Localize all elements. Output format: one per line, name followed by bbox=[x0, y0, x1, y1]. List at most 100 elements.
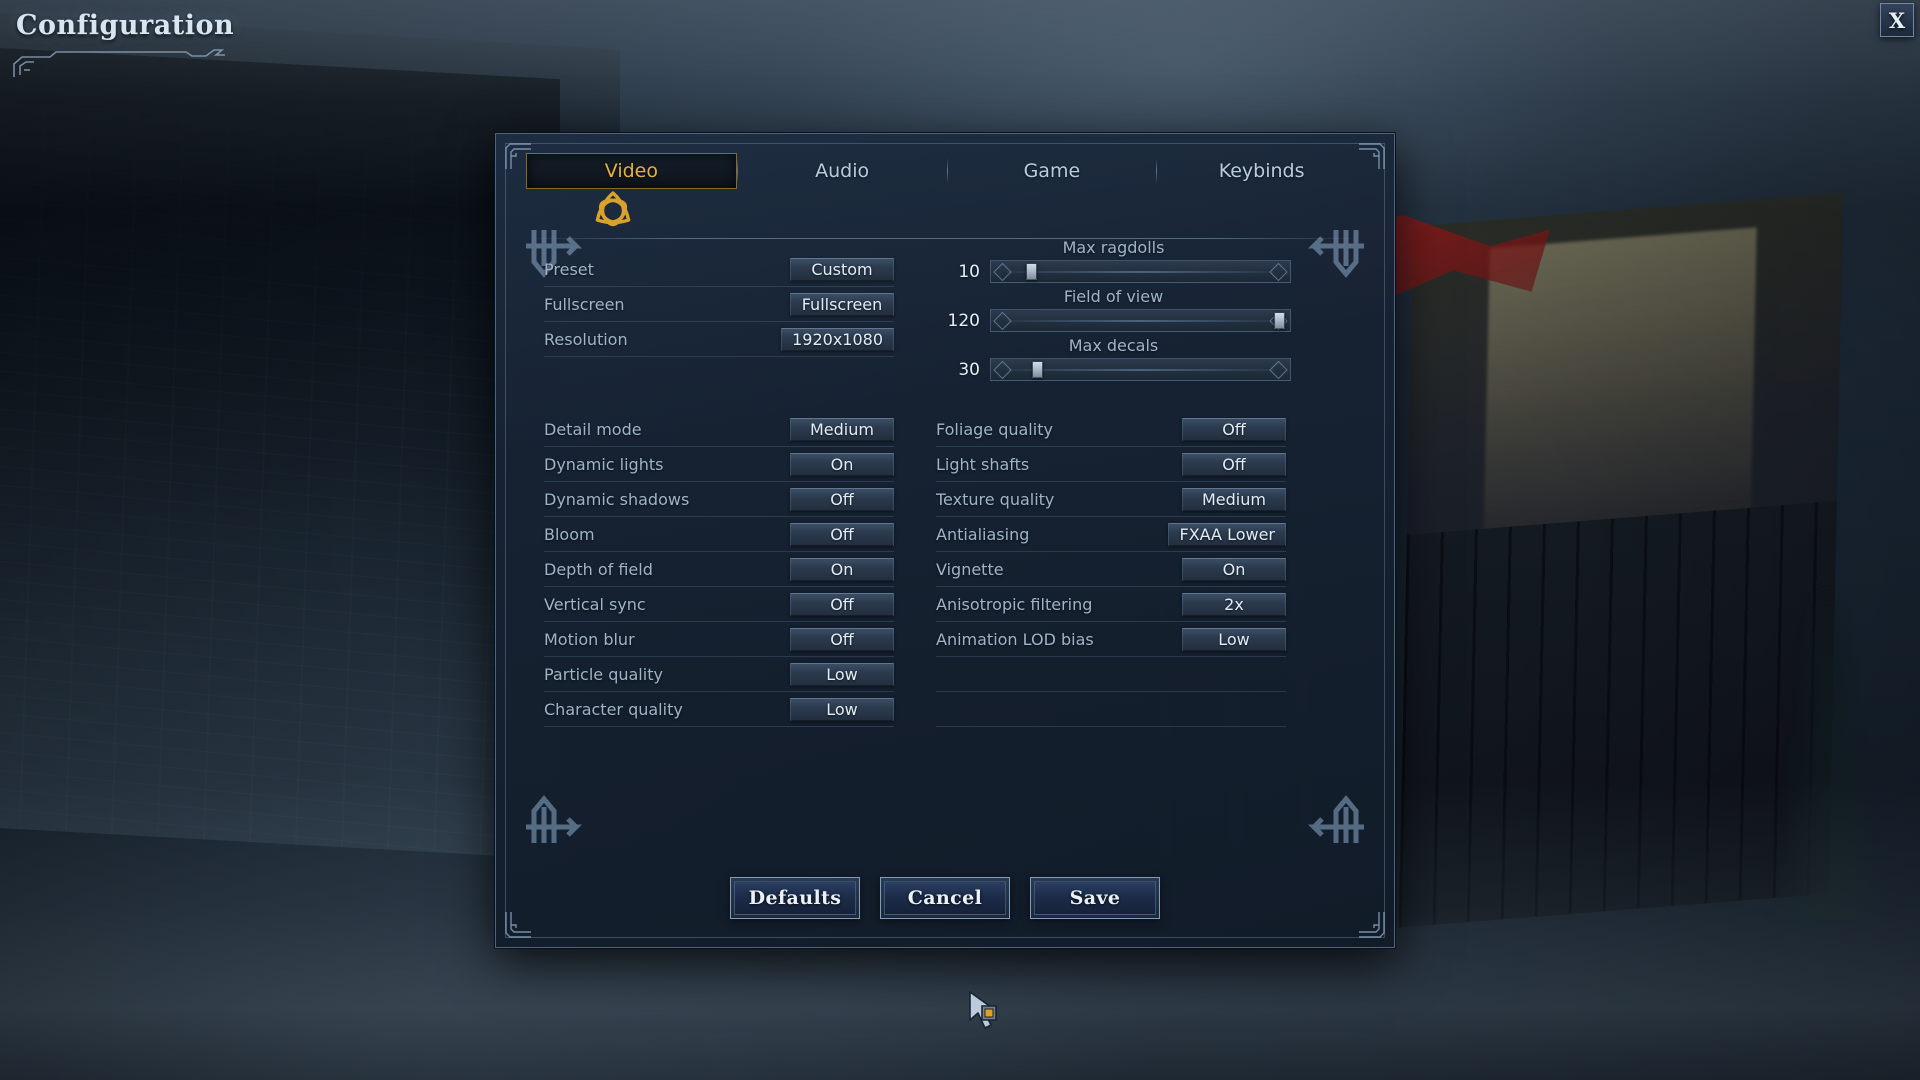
setting-value-button[interactable]: Off bbox=[790, 487, 894, 511]
setting-row-dynamic-shadows[interactable]: Dynamic shadows Off bbox=[544, 482, 894, 517]
setting-row-particle-quality[interactable]: Particle quality Low bbox=[544, 657, 894, 692]
setting-row-empty bbox=[936, 657, 1286, 692]
setting-value-button[interactable]: Off bbox=[790, 592, 894, 616]
setting-row-resolution[interactable]: Resolution 1920x1080 bbox=[544, 322, 894, 357]
tab-label: Game bbox=[1023, 160, 1081, 182]
frame-ornament-bottom-right bbox=[1304, 789, 1366, 851]
setting-value-button[interactable]: Fullscreen bbox=[790, 292, 894, 316]
slider-decrease-icon[interactable] bbox=[993, 262, 1012, 281]
setting-value-button[interactable]: Off bbox=[790, 522, 894, 546]
slider-max-decals[interactable] bbox=[990, 358, 1291, 381]
save-button[interactable]: Save bbox=[1030, 877, 1160, 919]
cancel-button-label: Cancel bbox=[884, 881, 1006, 915]
slider-label: Max decals bbox=[1068, 336, 1159, 355]
save-button-label: Save bbox=[1034, 881, 1156, 915]
setting-label: Animation LOD bias bbox=[936, 629, 1094, 649]
cancel-button[interactable]: Cancel bbox=[880, 877, 1010, 919]
setting-row-dynamic-lights[interactable]: Dynamic lights On bbox=[544, 447, 894, 482]
tab-video[interactable]: Video bbox=[526, 153, 737, 189]
defaults-button[interactable]: Defaults bbox=[730, 877, 860, 919]
setting-row-bloom[interactable]: Bloom Off bbox=[544, 517, 894, 552]
setting-value-button[interactable]: Medium bbox=[1182, 487, 1286, 511]
setting-label: Dynamic lights bbox=[544, 454, 664, 474]
setting-row-vertical-sync[interactable]: Vertical sync Off bbox=[544, 587, 894, 622]
slider-settings-group: Max ragdolls 10 Field of view 120 Max de… bbox=[936, 238, 1291, 385]
slider-max-ragdolls[interactable] bbox=[990, 260, 1291, 283]
slider-value: 120 bbox=[947, 310, 980, 331]
setting-value-button[interactable]: Custom bbox=[790, 257, 894, 281]
slider-label: Max ragdolls bbox=[1062, 238, 1165, 257]
configuration-dialog: Video Audio Game Keybinds Preset Custom … bbox=[495, 133, 1395, 948]
setting-label: Anisotropic filtering bbox=[936, 594, 1093, 614]
graphics-settings-left-column: Detail mode Medium Dynamic lights On Dyn… bbox=[544, 412, 894, 727]
slider-decrease-icon[interactable] bbox=[993, 360, 1012, 379]
setting-row-empty bbox=[936, 692, 1286, 727]
setting-row-light-shafts[interactable]: Light shafts Off bbox=[936, 447, 1286, 482]
setting-value-button[interactable]: Off bbox=[790, 627, 894, 651]
tab-label: Video bbox=[604, 160, 658, 182]
close-window-button[interactable]: X bbox=[1880, 3, 1914, 37]
defaults-button-label: Defaults bbox=[734, 881, 856, 915]
title-ornamental-rule bbox=[13, 49, 225, 77]
setting-label: Dynamic shadows bbox=[544, 489, 690, 509]
slider-increase-icon[interactable] bbox=[1269, 262, 1288, 281]
settings-tab-bar: Video Audio Game Keybinds bbox=[526, 150, 1366, 192]
setting-value-button[interactable]: Low bbox=[790, 697, 894, 721]
slider-handle[interactable] bbox=[1273, 312, 1285, 329]
setting-row-vignette[interactable]: Vignette On bbox=[936, 552, 1286, 587]
setting-value-button[interactable]: 1920x1080 bbox=[781, 327, 894, 351]
slider-value: 30 bbox=[958, 359, 980, 380]
setting-value-button[interactable]: Low bbox=[790, 662, 894, 686]
setting-row-depth-of-field[interactable]: Depth of field On bbox=[544, 552, 894, 587]
setting-label: Foliage quality bbox=[936, 419, 1053, 439]
page-title: Configuration bbox=[16, 10, 235, 41]
setting-row-anisotropic-filtering[interactable]: Anisotropic filtering 2x bbox=[936, 587, 1286, 622]
setting-label: Vertical sync bbox=[544, 594, 646, 614]
display-settings-group: Preset Custom Fullscreen Fullscreen Reso… bbox=[544, 252, 894, 357]
frame-ornament-top-right bbox=[1304, 222, 1366, 284]
setting-row-character-quality[interactable]: Character quality Low bbox=[544, 692, 894, 727]
setting-row-foliage-quality[interactable]: Foliage quality Off bbox=[936, 412, 1286, 447]
slider-handle[interactable] bbox=[1025, 263, 1037, 280]
dialog-footer: Defaults Cancel Save bbox=[496, 877, 1394, 919]
setting-label: Fullscreen bbox=[544, 294, 625, 314]
setting-label: Vignette bbox=[936, 559, 1004, 579]
graphics-settings-right-column: Foliage quality Off Light shafts Off Tex… bbox=[936, 412, 1286, 727]
setting-row-animation-lod-bias[interactable]: Animation LOD bias Low bbox=[936, 622, 1286, 657]
slider-value: 10 bbox=[958, 261, 980, 282]
setting-row-motion-blur[interactable]: Motion blur Off bbox=[544, 622, 894, 657]
setting-row-detail-mode[interactable]: Detail mode Medium bbox=[544, 412, 894, 447]
setting-label: Antialiasing bbox=[936, 524, 1030, 544]
setting-label: Detail mode bbox=[544, 419, 642, 439]
setting-value-button[interactable]: On bbox=[790, 557, 894, 581]
setting-value-button[interactable]: Off bbox=[1182, 452, 1286, 476]
setting-value-button[interactable]: On bbox=[790, 452, 894, 476]
tab-label: Keybinds bbox=[1218, 160, 1305, 182]
slider-field-of-view[interactable] bbox=[990, 309, 1291, 332]
triquetra-icon bbox=[595, 191, 631, 227]
setting-label: Resolution bbox=[544, 329, 628, 349]
tab-audio[interactable]: Audio bbox=[738, 153, 947, 189]
setting-label: Motion blur bbox=[544, 629, 635, 649]
setting-label: Texture quality bbox=[936, 489, 1055, 509]
tab-game[interactable]: Game bbox=[948, 153, 1157, 189]
slider-block-max-decals: Max decals 30 bbox=[936, 336, 1291, 381]
tab-keybinds[interactable]: Keybinds bbox=[1157, 153, 1366, 189]
setting-label: Depth of field bbox=[544, 559, 653, 579]
slider-label: Field of view bbox=[1063, 287, 1164, 306]
slider-increase-icon[interactable] bbox=[1269, 360, 1288, 379]
setting-label: Preset bbox=[544, 259, 594, 279]
setting-value-button[interactable]: 2x bbox=[1182, 592, 1286, 616]
setting-value-button[interactable]: Medium bbox=[790, 417, 894, 441]
setting-value-button[interactable]: FXAA Lower bbox=[1168, 522, 1286, 546]
frame-ornament-bottom-left bbox=[524, 789, 586, 851]
setting-row-preset[interactable]: Preset Custom bbox=[544, 252, 894, 287]
setting-row-fullscreen[interactable]: Fullscreen Fullscreen bbox=[544, 287, 894, 322]
setting-row-antialiasing[interactable]: Antialiasing FXAA Lower bbox=[936, 517, 1286, 552]
setting-value-button[interactable]: Off bbox=[1182, 417, 1286, 441]
slider-decrease-icon[interactable] bbox=[993, 311, 1012, 330]
setting-row-texture-quality[interactable]: Texture quality Medium bbox=[936, 482, 1286, 517]
setting-value-button[interactable]: On bbox=[1182, 557, 1286, 581]
slider-handle[interactable] bbox=[1031, 361, 1043, 378]
setting-value-button[interactable]: Low bbox=[1182, 627, 1286, 651]
